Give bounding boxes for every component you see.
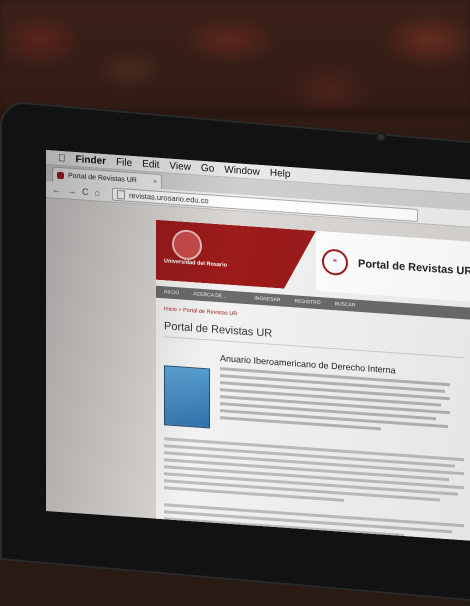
portal-title: Portal de Revistas UR: [358, 257, 470, 278]
forward-arrow-icon[interactable]: →: [67, 185, 76, 196]
menu-help[interactable]: Help: [270, 167, 291, 179]
journal-text: Anuario Iberoamericano de Derecho Intern…: [220, 353, 450, 445]
university-name: Universidad del Rosario: [164, 258, 227, 269]
nav-item-inicio[interactable]: INICIO: [164, 289, 179, 296]
journal-entry: Anuario Iberoamericano de Derecho Intern…: [164, 349, 470, 448]
seal-icon: “: [322, 248, 348, 277]
body-paragraph: [164, 437, 464, 510]
portal-header: “ Portal de Revistas UR: [316, 230, 470, 303]
camera-icon: [378, 134, 384, 140]
menu-view[interactable]: View: [169, 160, 191, 173]
web-page: Universidad del Rosario “ Portal de Revi…: [156, 219, 470, 541]
nav-item-ingresar[interactable]: INGRESAR: [254, 296, 280, 304]
close-icon[interactable]: ×: [153, 178, 157, 185]
menu-edit[interactable]: Edit: [142, 158, 159, 170]
tab-label: Portal de Revistas UR: [68, 172, 137, 184]
menu-finder[interactable]: Finder: [76, 154, 107, 167]
menu-go[interactable]: Go: [201, 162, 214, 174]
journal-cover-image[interactable]: [164, 365, 210, 429]
back-arrow-icon[interactable]: ←: [52, 184, 61, 195]
university-banner: Universidad del Rosario: [156, 220, 316, 291]
home-icon[interactable]: ⌂: [95, 187, 100, 197]
reload-icon[interactable]: C: [82, 187, 89, 197]
menu-window[interactable]: Window: [224, 164, 260, 177]
address-text: revistas.urosario.edu.co: [128, 190, 209, 205]
laptop-screen:  Finder File Edit View Go Window Help P…: [46, 150, 470, 541]
nav-item-buscar[interactable]: BUSCAR: [335, 301, 356, 308]
apple-icon[interactable]: : [58, 152, 66, 164]
menu-file[interactable]: File: [116, 156, 132, 168]
page-icon: [116, 189, 125, 200]
nav-item-acerca[interactable]: ACERCA DE...: [193, 291, 226, 299]
journal-description: [220, 367, 450, 435]
university-logo: [172, 229, 202, 261]
nav-item-registro[interactable]: REGISTRO: [294, 298, 320, 306]
favicon-icon: [57, 171, 64, 179]
